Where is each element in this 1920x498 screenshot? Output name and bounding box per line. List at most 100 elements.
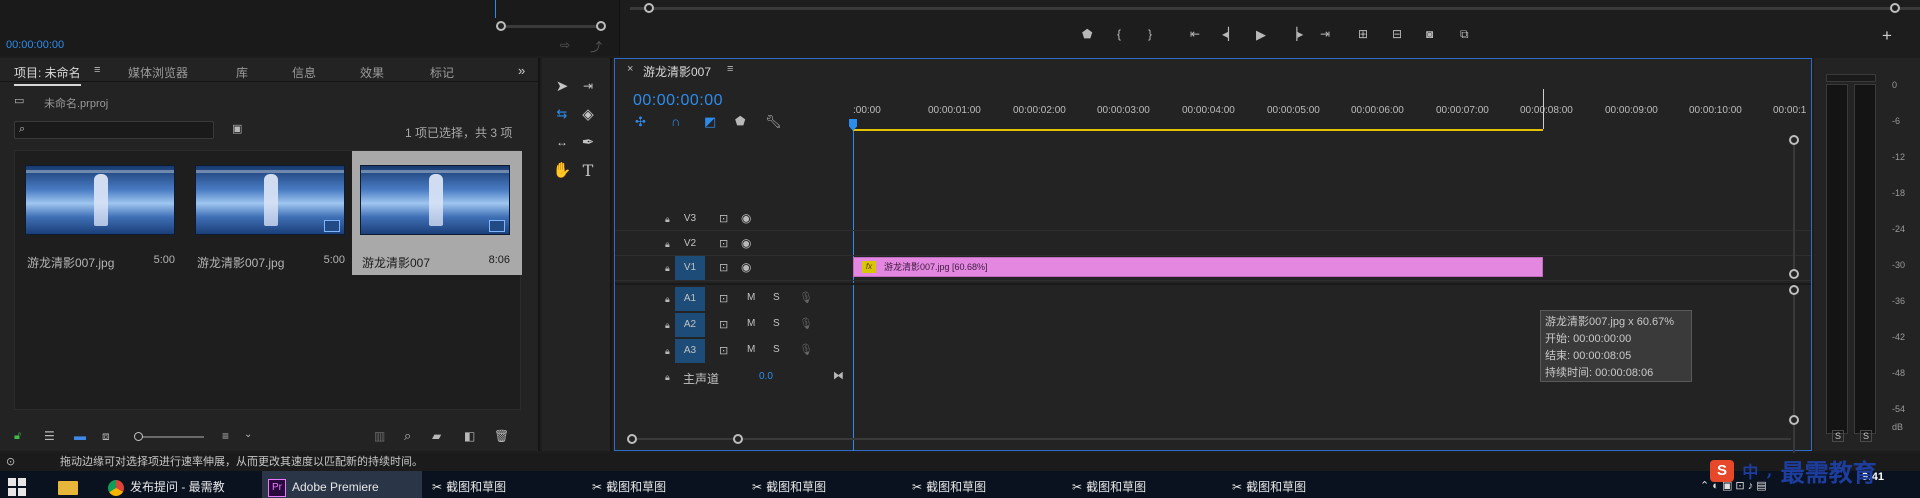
microphone-icon[interactable]: 🎙︎	[799, 317, 813, 330]
mark-out-icon[interactable]: }	[1148, 27, 1152, 41]
zoom-slider-handle[interactable]	[134, 432, 143, 441]
list-view-icon[interactable]: ☰	[44, 429, 55, 443]
tab-info[interactable]: 信息	[292, 64, 316, 81]
program-scroll-handle-right[interactable]	[1890, 3, 1900, 13]
sort-icon[interactable]: ≡	[222, 429, 229, 443]
go-to-end-icon[interactable]: ⧓	[833, 369, 844, 382]
project-item[interactable]: 游龙清影007.jpg 5:00	[17, 151, 187, 275]
sequence-menu-icon[interactable]: ≡	[727, 63, 733, 75]
program-scrollbar[interactable]	[630, 7, 1920, 10]
eye-icon[interactable]: ◉	[741, 260, 751, 274]
mute-button[interactable]: M	[747, 318, 755, 329]
sync-lock-icon[interactable]: ⊡	[719, 261, 728, 274]
add-marker-icon[interactable]: ⬟	[1082, 27, 1092, 41]
wrench-icon[interactable]: 🔧︎	[765, 114, 782, 130]
add-marker-icon[interactable]: ⬟	[735, 114, 745, 128]
timeline-clip[interactable]: fx 游龙清影007.jpg [60.68%]	[853, 257, 1543, 277]
source-playhead[interactable]	[495, 0, 496, 18]
new-item-icon[interactable]: ◧	[464, 429, 475, 443]
timeline-horizontal-scrollbar[interactable]	[631, 438, 1791, 440]
zoom-slider[interactable]	[136, 436, 204, 438]
rate-stretch-tool-icon[interactable]: ⇆	[550, 102, 574, 126]
video-scroll-handle[interactable]	[1789, 269, 1799, 279]
source-timecode[interactable]: 00:00:00:00	[6, 39, 64, 51]
fx-badge[interactable]: fx	[862, 261, 876, 273]
mute-button[interactable]: M	[747, 344, 755, 355]
file-explorer-icon[interactable]	[58, 471, 88, 498]
timeline-timecode[interactable]: 00:00:00:00	[633, 92, 723, 110]
export-frame-icon[interactable]: ⇨	[560, 38, 570, 52]
find-icon[interactable]: ⌕	[404, 428, 411, 444]
pen-tool-icon[interactable]: ✒	[576, 130, 600, 154]
track-lock-icon[interactable]: 🔒︎	[665, 239, 670, 250]
track-lock-icon[interactable]: 🔒︎	[665, 294, 670, 305]
trash-icon[interactable]: 🗑︎	[494, 429, 509, 443]
close-tab-icon[interactable]: ×	[627, 63, 633, 75]
taskbar-item-snip[interactable]: ✂ 截图和草图	[1232, 471, 1382, 498]
new-bin-icon[interactable]: ▰	[432, 429, 441, 443]
snap-magnet-icon[interactable]: ∩	[671, 114, 680, 129]
sync-lock-icon[interactable]: ⊡	[719, 318, 728, 331]
taskbar-item-snip[interactable]: ✂ 截图和草图	[1072, 471, 1222, 498]
tab-effects[interactable]: 效果	[360, 64, 384, 81]
sync-lock-icon[interactable]: ⊡	[719, 237, 728, 250]
sync-lock-icon[interactable]: ⊡	[719, 292, 728, 305]
selection-tool-icon[interactable]: ➤	[550, 74, 574, 98]
project-search[interactable]: ⌕	[14, 121, 214, 139]
go-to-out-icon[interactable]: ⇥	[1320, 27, 1330, 41]
camera-icon[interactable]: ◙	[1426, 27, 1433, 41]
sequence-tab[interactable]: 游龙清影007	[643, 63, 711, 80]
more-panels-icon[interactable]: »	[518, 63, 525, 78]
go-to-in-icon[interactable]: ⇤	[1190, 27, 1200, 41]
step-back-icon[interactable]: ◂▏	[1222, 27, 1237, 41]
project-item-selected[interactable]: 游龙清影007 8:06	[352, 151, 522, 275]
scroll-handle-right[interactable]	[733, 434, 743, 444]
track-name-a2[interactable]: A2	[675, 313, 705, 337]
compare-view-icon[interactable]: ⧉	[1460, 27, 1469, 42]
solo-right-button[interactable]: S	[1860, 430, 1873, 442]
program-scroll-handle[interactable]	[644, 3, 654, 13]
eye-icon[interactable]: ◉	[741, 211, 751, 225]
new-search-bin-icon[interactable]: ▣	[232, 122, 242, 135]
type-tool-icon[interactable]: T	[576, 158, 600, 182]
taskbar-item-browser[interactable]: 发布提问 - 最需教	[108, 471, 258, 498]
mute-button[interactable]: M	[747, 292, 755, 303]
track-lock-icon[interactable]: 🔒︎	[665, 263, 670, 274]
razor-tool-icon[interactable]: ◈	[576, 102, 600, 126]
audio-scroll-handle[interactable]	[1789, 415, 1799, 425]
panel-menu-icon[interactable]: ≡	[94, 64, 100, 76]
tab-libraries[interactable]: 库	[236, 64, 248, 81]
hand-tool-icon[interactable]: ✋	[550, 158, 574, 182]
track-lock-icon[interactable]: 🔒︎	[665, 320, 670, 331]
track-lock-icon[interactable]: 🔒︎	[665, 372, 670, 383]
search-input[interactable]	[35, 122, 205, 138]
step-forward-icon[interactable]: ▕▸	[1288, 27, 1303, 41]
track-name-a1[interactable]: A1	[675, 287, 705, 311]
scroll-handle-left[interactable]	[627, 434, 637, 444]
lift-icon[interactable]: ⊞	[1358, 27, 1368, 41]
taskbar-item-premiere[interactable]: Pr Adobe Premiere	[262, 471, 422, 498]
taskbar-item-snip[interactable]: ✂ 截图和草图	[752, 471, 902, 498]
mark-in-icon[interactable]: {	[1117, 27, 1121, 41]
eye-icon[interactable]: ◉	[741, 236, 751, 250]
track-name-v3[interactable]: V3	[675, 207, 705, 231]
insert-icon[interactable]: ⤴	[590, 38, 602, 55]
solo-button[interactable]: S	[773, 344, 780, 355]
track-name-v2[interactable]: V2	[675, 232, 705, 256]
insert-nest-icon[interactable]: ✣	[635, 114, 646, 130]
automate-icon[interactable]: ▥	[374, 429, 385, 443]
tab-media-browser[interactable]: 媒体浏览器	[128, 64, 188, 81]
playhead-line[interactable]	[853, 131, 854, 451]
sync-lock-icon[interactable]: ⊡	[719, 212, 728, 225]
taskbar-item-snip[interactable]: ✂ 截图和草图	[912, 471, 1062, 498]
audio-scroll-handle[interactable]	[1789, 285, 1799, 295]
lock-open-icon[interactable]: 🔓︎	[14, 430, 21, 443]
microphone-icon[interactable]: 🎙︎	[799, 343, 813, 356]
play-icon[interactable]: ▶	[1256, 27, 1266, 43]
solo-button[interactable]: S	[773, 318, 780, 329]
slip-tool-icon[interactable]: ↔	[550, 130, 574, 154]
source-zoom-scrollbar[interactable]	[500, 25, 602, 28]
start-button[interactable]	[8, 471, 38, 498]
track-name-v1[interactable]: V1	[675, 256, 705, 280]
microphone-icon[interactable]: 🎙︎	[799, 291, 813, 304]
